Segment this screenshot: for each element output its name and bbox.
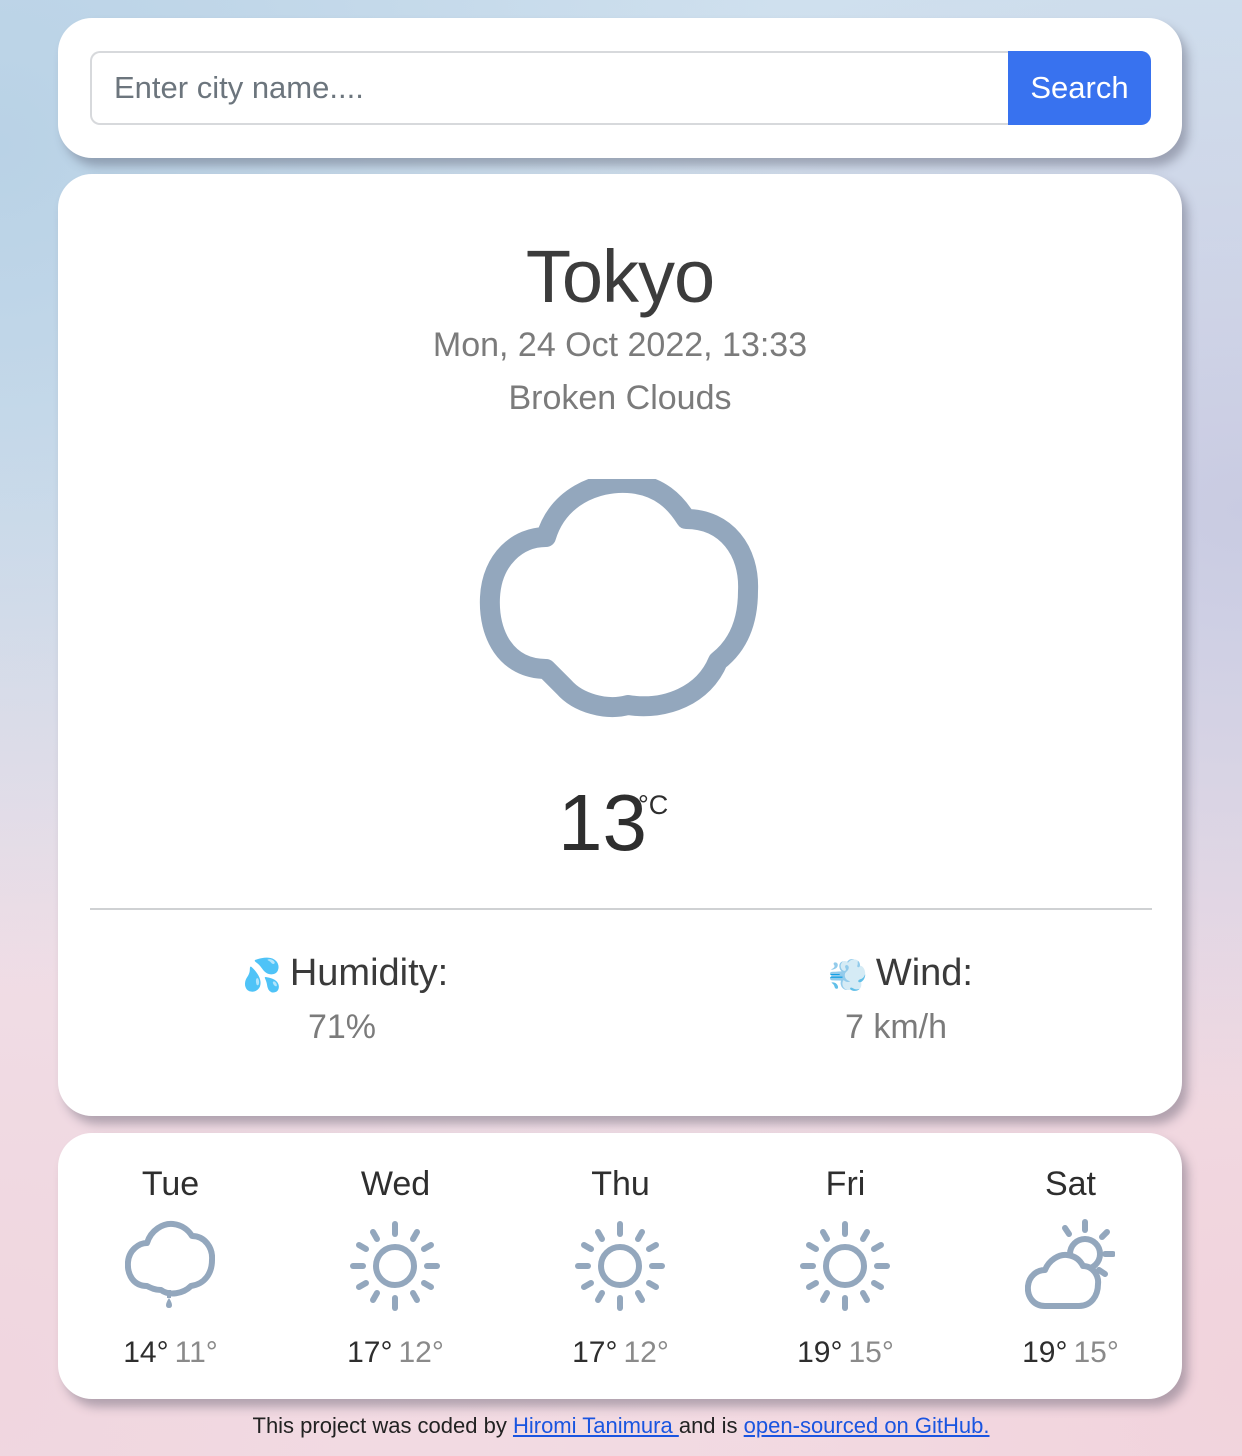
forecast-day-name: Thu <box>591 1165 650 1203</box>
forecast-temps: 19° 15° <box>733 1336 958 1370</box>
forecast-day-name: Wed <box>360 1165 431 1203</box>
forecast-day-name: Tue <box>141 1165 200 1203</box>
droplets-icon: 💦 <box>242 956 282 993</box>
forecast-day: Wed 17° 12° <box>283 1133 508 1399</box>
footer-middle: and is <box>678 1413 738 1438</box>
humidity-label-text: Humidity: <box>289 952 449 994</box>
forecast-high: 17° <box>572 1336 618 1369</box>
forecast-day-name: Sat <box>1044 1165 1097 1203</box>
wind-icon: 💨 <box>828 956 868 993</box>
humidity-value: 71% <box>307 1008 377 1046</box>
search-card: Search <box>58 18 1182 158</box>
divider <box>90 908 1152 910</box>
forecast-low: 12° <box>623 1336 669 1369</box>
forecast-day: Fri 19° 15° <box>733 1133 958 1399</box>
current-temperature: 13 <box>558 778 647 867</box>
sun-icon <box>350 1221 440 1311</box>
current-weather-card: Tokyo Mon, 24 Oct 2022, 13:33 Broken Clo… <box>58 174 1182 1116</box>
partly-cloudy-icon <box>1025 1219 1115 1309</box>
forecast-low: 15° <box>848 1336 894 1369</box>
forecast-temps: 17° 12° <box>508 1336 733 1370</box>
forecast-temps: 17° 12° <box>283 1336 508 1370</box>
forecast-high: 14° <box>123 1336 169 1369</box>
cloud-icon <box>479 479 759 717</box>
forecast-low: 12° <box>398 1336 444 1369</box>
wind-label: 💨 Wind: <box>828 952 973 995</box>
forecast-card: Tue 14° 11° Wed 17° 12° Thu 17° 12° Fri … <box>58 1133 1182 1399</box>
forecast-day-name: Fri <box>825 1165 866 1203</box>
wind-value: 7 km/h <box>844 1008 948 1046</box>
wind-label-text: Wind: <box>875 952 973 994</box>
forecast-day: Sat 19° 15° <box>958 1133 1183 1399</box>
humidity-label: 💦 Humidity: <box>242 952 448 995</box>
footer-prefix: This project was coded by <box>252 1413 507 1438</box>
github-link[interactable]: open-sourced on GitHub. <box>744 1413 990 1438</box>
sun-icon <box>575 1221 665 1311</box>
rain-icon <box>125 1220 215 1308</box>
current-datetime: Mon, 24 Oct 2022, 13:33 <box>432 326 808 364</box>
temperature-unit-celsius[interactable]: °C <box>638 790 668 821</box>
author-link[interactable]: Hiromi Tanimura <box>513 1413 679 1438</box>
weather-description: Broken Clouds <box>508 379 732 417</box>
forecast-high: 17° <box>347 1336 393 1369</box>
forecast-high: 19° <box>1022 1336 1068 1369</box>
sun-icon <box>800 1221 890 1311</box>
forecast-low: 15° <box>1073 1336 1119 1369</box>
forecast-high: 19° <box>797 1336 843 1369</box>
forecast-day: Thu 17° 12° <box>508 1133 733 1399</box>
city-search-input[interactable] <box>90 51 1010 125</box>
forecast-low: 11° <box>174 1336 218 1369</box>
search-button[interactable]: Search <box>1008 51 1151 125</box>
forecast-temps: 19° 15° <box>958 1336 1183 1370</box>
city-name: Tokyo <box>525 235 715 318</box>
forecast-day: Tue 14° 11° <box>58 1133 283 1399</box>
forecast-temps: 14° 11° <box>58 1336 283 1370</box>
footer: This project was coded by Hiromi Tanimur… <box>0 1413 1242 1439</box>
